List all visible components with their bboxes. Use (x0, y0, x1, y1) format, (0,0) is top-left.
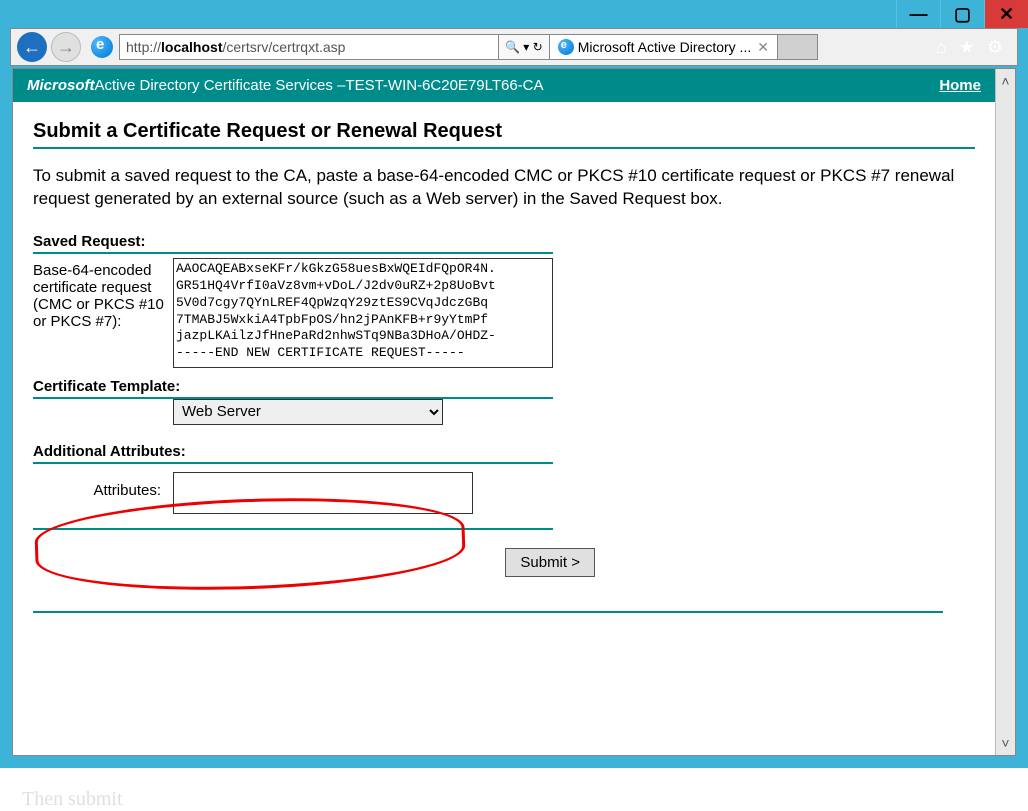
scroll-down-icon[interactable]: ˅ (1001, 731, 1009, 755)
brand-name: Microsoft (27, 77, 95, 94)
url-prefix: http:// (126, 39, 161, 55)
url-host: localhost (161, 39, 222, 55)
forward-button[interactable]: → (51, 32, 81, 62)
home-icon[interactable]: ⌂ (936, 37, 947, 58)
tab-close-icon[interactable]: ✕ (757, 39, 769, 56)
tab-title: Microsoft Active Directory ... (578, 39, 751, 55)
product-name: Active Directory Certificate Services – (95, 77, 346, 94)
certificate-template-label: Certificate Template: (33, 378, 975, 395)
saved-request-label: Saved Request: (33, 233, 975, 250)
submit-button[interactable]: Submit > (505, 548, 595, 577)
section-divider-4 (33, 528, 553, 530)
back-button[interactable]: ← (17, 32, 47, 62)
ca-name: TEST-WIN-6C20E79LT66-CA (345, 77, 543, 94)
browser-toolbar: ← → http://localhost/certsrv/certrqxt.as… (10, 28, 1018, 66)
dropdown-icon[interactable]: ▾ (523, 40, 529, 54)
maximize-button[interactable]: ▢ (940, 0, 984, 28)
refresh-icon[interactable]: ↻ (533, 40, 543, 54)
certificate-template-select[interactable]: Web Server (173, 399, 443, 425)
title-divider (33, 147, 975, 149)
vertical-scrollbar[interactable]: ˄ ˅ (995, 69, 1015, 755)
instruction-text: To submit a saved request to the CA, pas… (33, 165, 975, 211)
new-tab-button[interactable] (778, 34, 818, 60)
favorites-icon[interactable]: ★ (959, 37, 975, 58)
close-button[interactable]: ✕ (984, 0, 1028, 28)
page-title: Submit a Certificate Request or Renewal … (33, 120, 975, 143)
browser-tab[interactable]: Microsoft Active Directory ... ✕ (550, 34, 778, 60)
url-path: /certsrv/certrqxt.asp (223, 39, 346, 55)
section-divider-3 (33, 462, 553, 464)
window-controls: — ▢ ✕ (0, 0, 1028, 28)
truncated-footer-text: Then submit (0, 768, 1028, 811)
request-field-label: Base-64-encoded certificate request (CMC… (33, 258, 173, 330)
tab-favicon (558, 39, 574, 55)
home-link[interactable]: Home (939, 77, 981, 94)
additional-attributes-label: Additional Attributes: (33, 443, 975, 460)
scroll-up-icon[interactable]: ˄ (1001, 69, 1009, 93)
address-bar[interactable]: http://localhost/certsrv/certrqxt.asp (119, 34, 499, 60)
attributes-label: Attributes: (33, 472, 173, 499)
page-header-bar: Microsoft Active Directory Certificate S… (13, 69, 995, 102)
saved-request-textarea[interactable] (173, 258, 553, 368)
section-divider-5 (33, 611, 943, 613)
tools-icon[interactable]: ⚙ (987, 37, 1003, 58)
minimize-button[interactable]: — (896, 0, 940, 28)
section-divider-1 (33, 252, 553, 254)
ie-icon (91, 36, 113, 58)
search-icon[interactable]: 🔍 (505, 40, 520, 54)
attributes-textarea[interactable] (173, 472, 473, 514)
address-controls: 🔍 ▾ ↻ (499, 34, 550, 60)
